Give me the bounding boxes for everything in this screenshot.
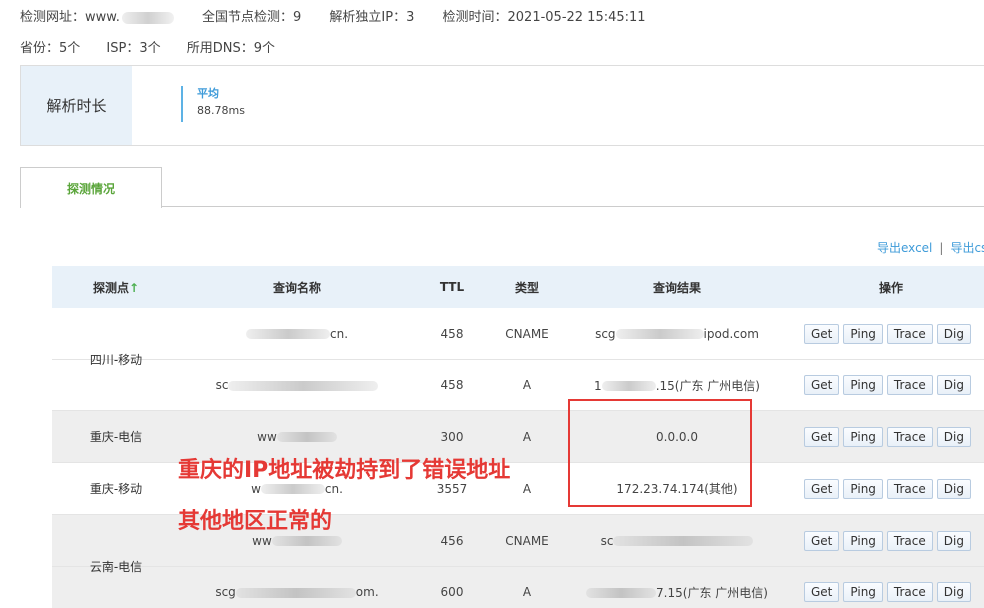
header-query-result: 查询结果 <box>652 280 701 295</box>
query-name-cell: scg om. <box>215 585 379 599</box>
node-count-label: 全国节点检测：9 <box>201 10 302 25</box>
sort-up-icon: ↑ <box>128 280 140 295</box>
header-type: 类型 <box>514 280 539 295</box>
probe-location: 云南-电信 <box>89 559 143 574</box>
ping-button[interactable]: Ping <box>843 478 883 499</box>
action-buttons: Get Ping Trace Dig <box>790 478 984 499</box>
trace-button[interactable]: Trace <box>886 582 933 602</box>
get-button[interactable]: Get <box>804 375 840 395</box>
export-excel-link[interactable]: 导出excel <box>877 241 932 255</box>
get-button[interactable]: Get <box>804 478 840 499</box>
result-cell: sc <box>564 534 790 548</box>
dig-button[interactable]: Dig <box>936 530 971 551</box>
query-name-cell: ww <box>180 430 414 444</box>
tab-bar-divider <box>20 206 984 207</box>
check-url-label: 检测网址：www. <box>20 10 120 25</box>
export-links: 导出excel | 导出cs <box>877 239 984 256</box>
probe-location: 重庆-电信 <box>89 430 143 444</box>
dig-button[interactable]: Dig <box>936 426 971 447</box>
query-name-cell: ww <box>180 534 414 548</box>
type-cell: A <box>522 585 532 599</box>
trace-button[interactable]: Trace <box>886 530 933 551</box>
dig-button[interactable]: Dig <box>936 375 971 395</box>
resolve-time-summary: 解析时长 平均 88.78ms <box>20 65 984 146</box>
average-label: 平均 <box>197 87 219 100</box>
get-button[interactable]: Get <box>804 530 840 551</box>
ttl-cell: 456 <box>440 533 464 548</box>
action-buttons: Get Ping Trace Dig <box>790 582 984 602</box>
ping-button[interactable]: Ping <box>843 582 883 602</box>
unique-ip-label: 解析独立IP：3 <box>329 10 415 25</box>
table-row: sc 458 A 1.15(广东 广州电信) Get Ping Trace Di… <box>52 359 984 410</box>
ping-button[interactable]: Ping <box>843 375 883 395</box>
type-cell: CNAME <box>505 533 549 548</box>
trace-button[interactable]: Trace <box>886 478 933 499</box>
tab-probe-status[interactable]: 探测情况 <box>20 167 162 208</box>
dig-button[interactable]: Dig <box>936 323 971 344</box>
get-button[interactable]: Get <box>804 426 840 447</box>
ttl-cell: 458 <box>440 326 464 341</box>
dig-button[interactable]: Dig <box>936 478 971 499</box>
table-row: scg om. 600 A 7.15(广东 广州电信) Get Ping Trac… <box>52 566 984 608</box>
type-cell: A <box>522 378 532 392</box>
table-row: cn. 458 CNAME scg ipod.com Get Ping Trace… <box>52 308 984 359</box>
probe-location: 四川-移动 <box>89 352 143 367</box>
query-name-cell: sc <box>180 378 414 392</box>
check-info-line: 检测网址：www. 全国节点检测：9 解析独立IP：3 检测时间：2021-05… <box>20 6 646 25</box>
annotation-normal: 其他地区正常的 <box>178 509 333 534</box>
ping-button[interactable]: Ping <box>843 426 883 447</box>
summary-title: 解析时长 <box>21 66 132 145</box>
header-query-name: 查询名称 <box>272 280 321 295</box>
query-name-cell: cn. <box>180 327 414 341</box>
action-buttons: Get Ping Trace Dig <box>790 323 984 344</box>
check-time-label: 检测时间：2021-05-22 15:45:11 <box>442 10 646 25</box>
dns-count-label: 所用DNS：9个 <box>186 41 276 56</box>
trace-button[interactable]: Trace <box>886 426 933 447</box>
isp-count-label: ISP：3个 <box>106 41 161 56</box>
probe-location: 重庆-移动 <box>89 482 143 496</box>
trace-button[interactable]: Trace <box>886 375 933 395</box>
result-cell: 1.15(广东 广州电信) <box>594 378 760 393</box>
action-buttons: Get Ping Trace Dig <box>790 530 984 551</box>
header-probe[interactable]: 探测点↑ <box>52 279 180 296</box>
type-cell: A <box>522 429 532 444</box>
url-redacted <box>121 11 174 24</box>
ttl-cell: 300 <box>440 429 464 444</box>
probe-results-table: 探测点↑ 查询名称 TTL 类型 查询结果 操作 四川-移动 cn. 458 C… <box>52 266 984 608</box>
stats-info-line: 省份：5个 ISP：3个 所用DNS：9个 <box>20 37 275 56</box>
header-actions: 操作 <box>878 280 903 295</box>
ping-button[interactable]: Ping <box>843 323 883 344</box>
export-separator: | <box>939 241 944 255</box>
dig-button[interactable]: Dig <box>936 582 971 602</box>
trace-button[interactable]: Trace <box>886 323 933 344</box>
result-cell: 7.15(广东 广州电信) <box>564 584 790 601</box>
province-count-label: 省份：5个 <box>20 41 81 56</box>
table-header-row: 探测点↑ 查询名称 TTL 类型 查询结果 操作 <box>52 266 984 308</box>
ttl-cell: 458 <box>440 378 464 392</box>
annotation-hijacked: 重庆的IP地址被劫持到了错误地址 <box>178 458 511 483</box>
result-cell: scg ipod.com <box>595 326 759 341</box>
get-button[interactable]: Get <box>804 323 840 344</box>
probe-group-sichuan-mobile: 四川-移动 cn. 458 CNAME scg ipod.com Get Ping… <box>52 308 984 411</box>
ping-button[interactable]: Ping <box>843 530 883 551</box>
average-block: 平均 88.78ms <box>181 86 245 122</box>
header-ttl: TTL <box>439 280 465 294</box>
ttl-cell: 600 <box>440 585 464 599</box>
get-button[interactable]: Get <box>804 582 840 602</box>
type-cell: CNAME <box>505 326 549 341</box>
hijack-highlight-box <box>568 399 752 507</box>
average-value: 88.78ms <box>197 104 245 117</box>
export-csv-link[interactable]: 导出cs <box>950 241 984 255</box>
action-buttons: Get Ping Trace Dig <box>790 426 984 447</box>
action-buttons: Get Ping Trace Dig <box>790 375 984 395</box>
